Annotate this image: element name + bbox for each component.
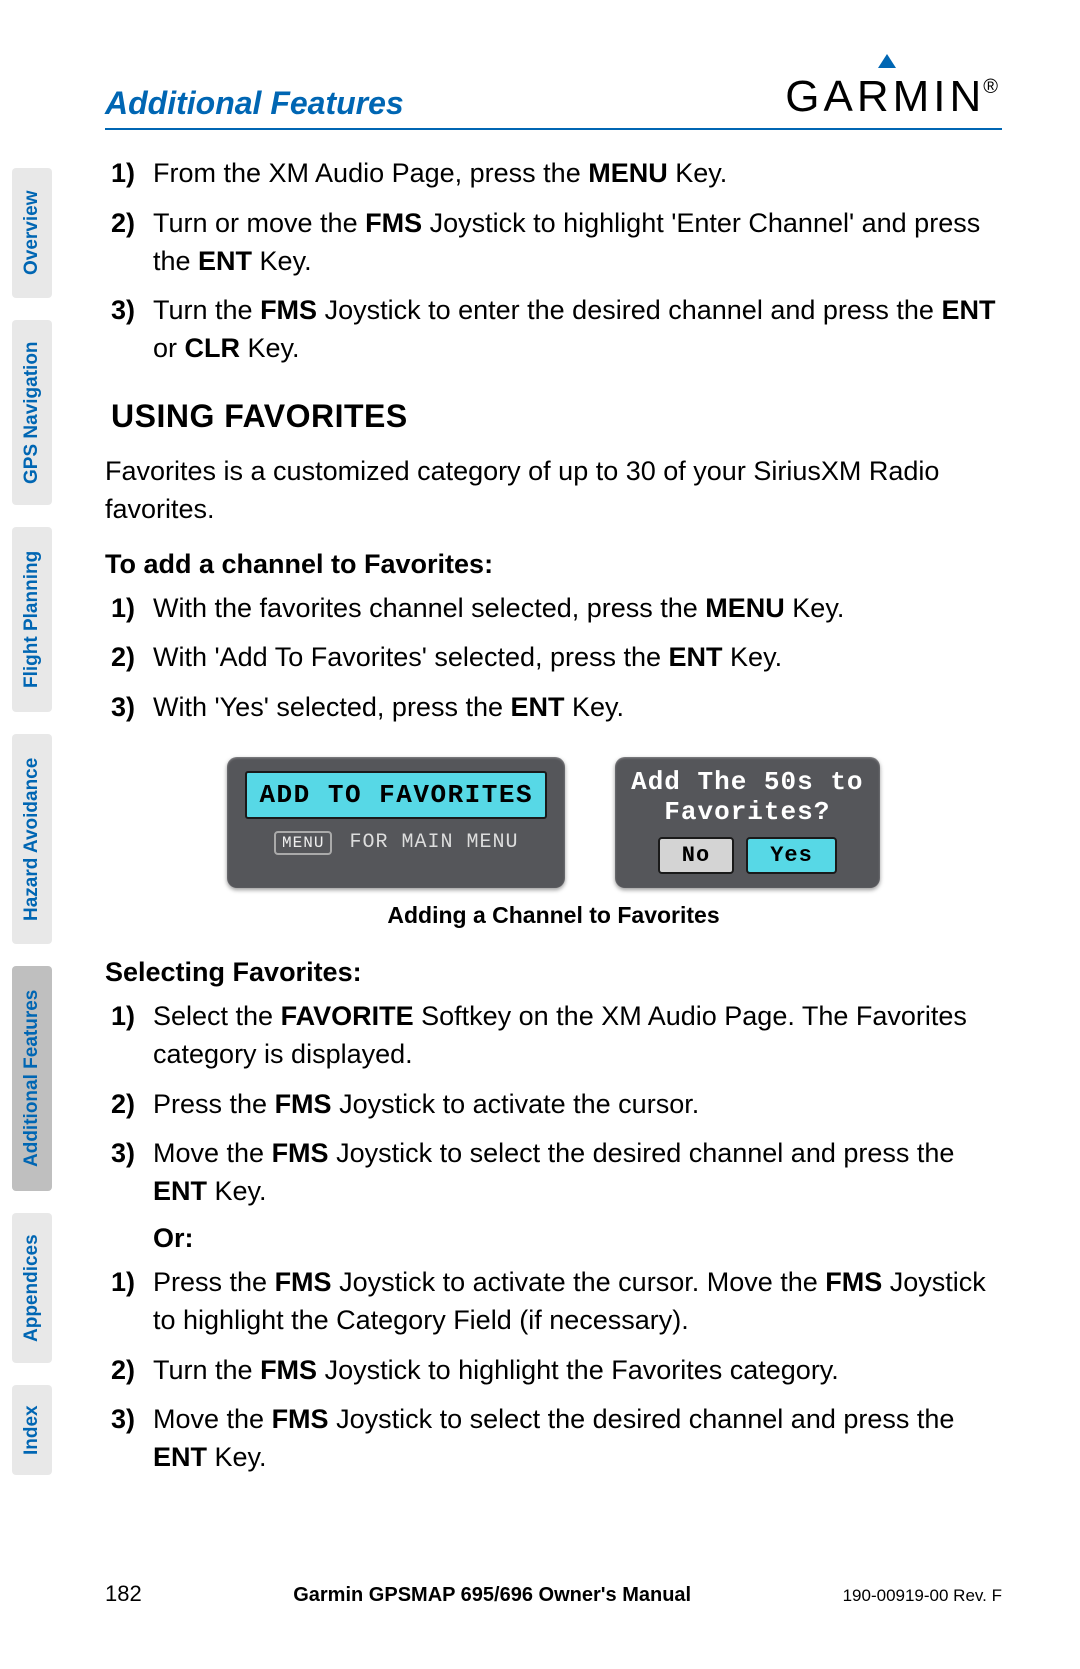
subheading-add-channel: To add a channel to Favorites: xyxy=(105,549,1002,580)
confirm-title: Add The 50s toFavorites? xyxy=(631,767,863,827)
step-text: Press the FMS Joystick to activate the c… xyxy=(153,1264,1002,1340)
section-title: Additional Features xyxy=(105,85,404,122)
step-number: 1) xyxy=(105,155,153,193)
logo-triangle-icon xyxy=(878,54,896,68)
tab-appendices[interactable]: Appendices xyxy=(12,1213,52,1363)
list-item: 3) Turn the FMS Joystick to enter the de… xyxy=(105,292,1002,368)
step-number: 1) xyxy=(105,1264,153,1340)
step-text: With the favorites channel selected, pre… xyxy=(153,590,1002,628)
heading-using-favorites: USING FAVORITES xyxy=(111,398,1002,435)
favorites-intro: Favorites is a customized category of up… xyxy=(105,453,1002,529)
figure-caption: Adding a Channel to Favorites xyxy=(105,902,1002,929)
main-content: 1) From the XM Audio Page, press the MEN… xyxy=(105,155,1002,1507)
step-number: 3) xyxy=(105,1401,153,1477)
step-number: 2) xyxy=(105,205,153,281)
list-item: 2) Turn the FMS Joystick to highlight th… xyxy=(105,1352,1002,1390)
list-item: 2) Press the FMS Joystick to activate th… xyxy=(105,1086,1002,1124)
confirm-dialog-panel: Add The 50s toFavorites? No Yes xyxy=(615,757,879,888)
step-text: Turn the FMS Joystick to highlight the F… xyxy=(153,1352,1002,1390)
tab-flight-planning[interactable]: Flight Planning xyxy=(12,527,52,712)
tab-overview[interactable]: Overview xyxy=(12,168,52,298)
step-text: Move the FMS Joystick to select the desi… xyxy=(153,1401,1002,1477)
list-item: 2) With 'Add To Favorites' selected, pre… xyxy=(105,639,1002,677)
list-item: 3) With 'Yes' selected, press the ENT Ke… xyxy=(105,689,1002,727)
subheading-selecting-favorites: Selecting Favorites: xyxy=(105,957,1002,988)
page-header: Additional Features GARMIN® xyxy=(105,72,1002,130)
step-text: Press the FMS Joystick to activate the c… xyxy=(153,1086,1002,1124)
yes-button: Yes xyxy=(746,837,837,874)
step-number: 2) xyxy=(105,639,153,677)
logo-text: GARMIN® xyxy=(785,72,1002,122)
tab-hazard-avoidance[interactable]: Hazard Avoidance xyxy=(12,734,52,944)
select-step-list-a: 1) Select the FAVORITE Softkey on the XM… xyxy=(105,998,1002,1211)
tab-additional-features[interactable]: Additional Features xyxy=(12,966,52,1191)
list-item: 3) Move the FMS Joystick to select the d… xyxy=(105,1135,1002,1211)
step-number: 1) xyxy=(105,590,153,628)
tab-gps-navigation[interactable]: GPS Navigation xyxy=(12,320,52,505)
page-number: 182 xyxy=(105,1581,142,1607)
footer-revision: 190-00919-00 Rev. F xyxy=(843,1586,1002,1606)
list-item: 1) Press the FMS Joystick to activate th… xyxy=(105,1264,1002,1340)
step-number: 3) xyxy=(105,689,153,727)
figure-row: Add To Favorites MENU for Main Menu Add … xyxy=(105,757,1002,888)
lcd-highlight: Add To Favorites xyxy=(245,771,547,819)
list-item: 3) Move the FMS Joystick to select the d… xyxy=(105,1401,1002,1477)
step-number: 2) xyxy=(105,1086,153,1124)
add-step-list: 1) With the favorites channel selected, … xyxy=(105,590,1002,727)
garmin-logo: GARMIN® xyxy=(785,72,1002,122)
side-tabs: Overview GPS Navigation Flight Planning … xyxy=(12,168,78,1497)
step-text: Select the FAVORITE Softkey on the XM Au… xyxy=(153,998,1002,1074)
add-to-favorites-panel: Add To Favorites MENU for Main Menu xyxy=(227,757,565,888)
step-text: With 'Yes' selected, press the ENT Key. xyxy=(153,689,1002,727)
page-footer: 182 Garmin GPSMAP 695/696 Owner's Manual… xyxy=(105,1581,1002,1607)
footer-title: Garmin GPSMAP 695/696 Owner's Manual xyxy=(142,1584,843,1607)
menu-hint: MENU for Main Menu xyxy=(245,827,547,859)
tab-index[interactable]: Index xyxy=(12,1385,52,1475)
list-item: 1) With the favorites channel selected, … xyxy=(105,590,1002,628)
no-button: No xyxy=(658,837,734,874)
or-label: Or: xyxy=(153,1223,1002,1254)
step-number: 3) xyxy=(105,1135,153,1211)
list-item: 2) Turn or move the FMS Joystick to high… xyxy=(105,205,1002,281)
step-text: Turn the FMS Joystick to enter the desir… xyxy=(153,292,1002,368)
step-text: Move the FMS Joystick to select the desi… xyxy=(153,1135,1002,1211)
step-number: 3) xyxy=(105,292,153,368)
menu-key-icon: MENU xyxy=(274,831,332,855)
list-item: 1) Select the FAVORITE Softkey on the XM… xyxy=(105,998,1002,1074)
step-text: From the XM Audio Page, press the MENU K… xyxy=(153,155,1002,193)
select-step-list-b: 1) Press the FMS Joystick to activate th… xyxy=(105,1264,1002,1477)
intro-step-list: 1) From the XM Audio Page, press the MEN… xyxy=(105,155,1002,368)
step-number: 1) xyxy=(105,998,153,1074)
list-item: 1) From the XM Audio Page, press the MEN… xyxy=(105,155,1002,193)
confirm-buttons: No Yes xyxy=(631,837,863,874)
step-text: With 'Add To Favorites' selected, press … xyxy=(153,639,1002,677)
step-text: Turn or move the FMS Joystick to highlig… xyxy=(153,205,1002,281)
step-number: 2) xyxy=(105,1352,153,1390)
